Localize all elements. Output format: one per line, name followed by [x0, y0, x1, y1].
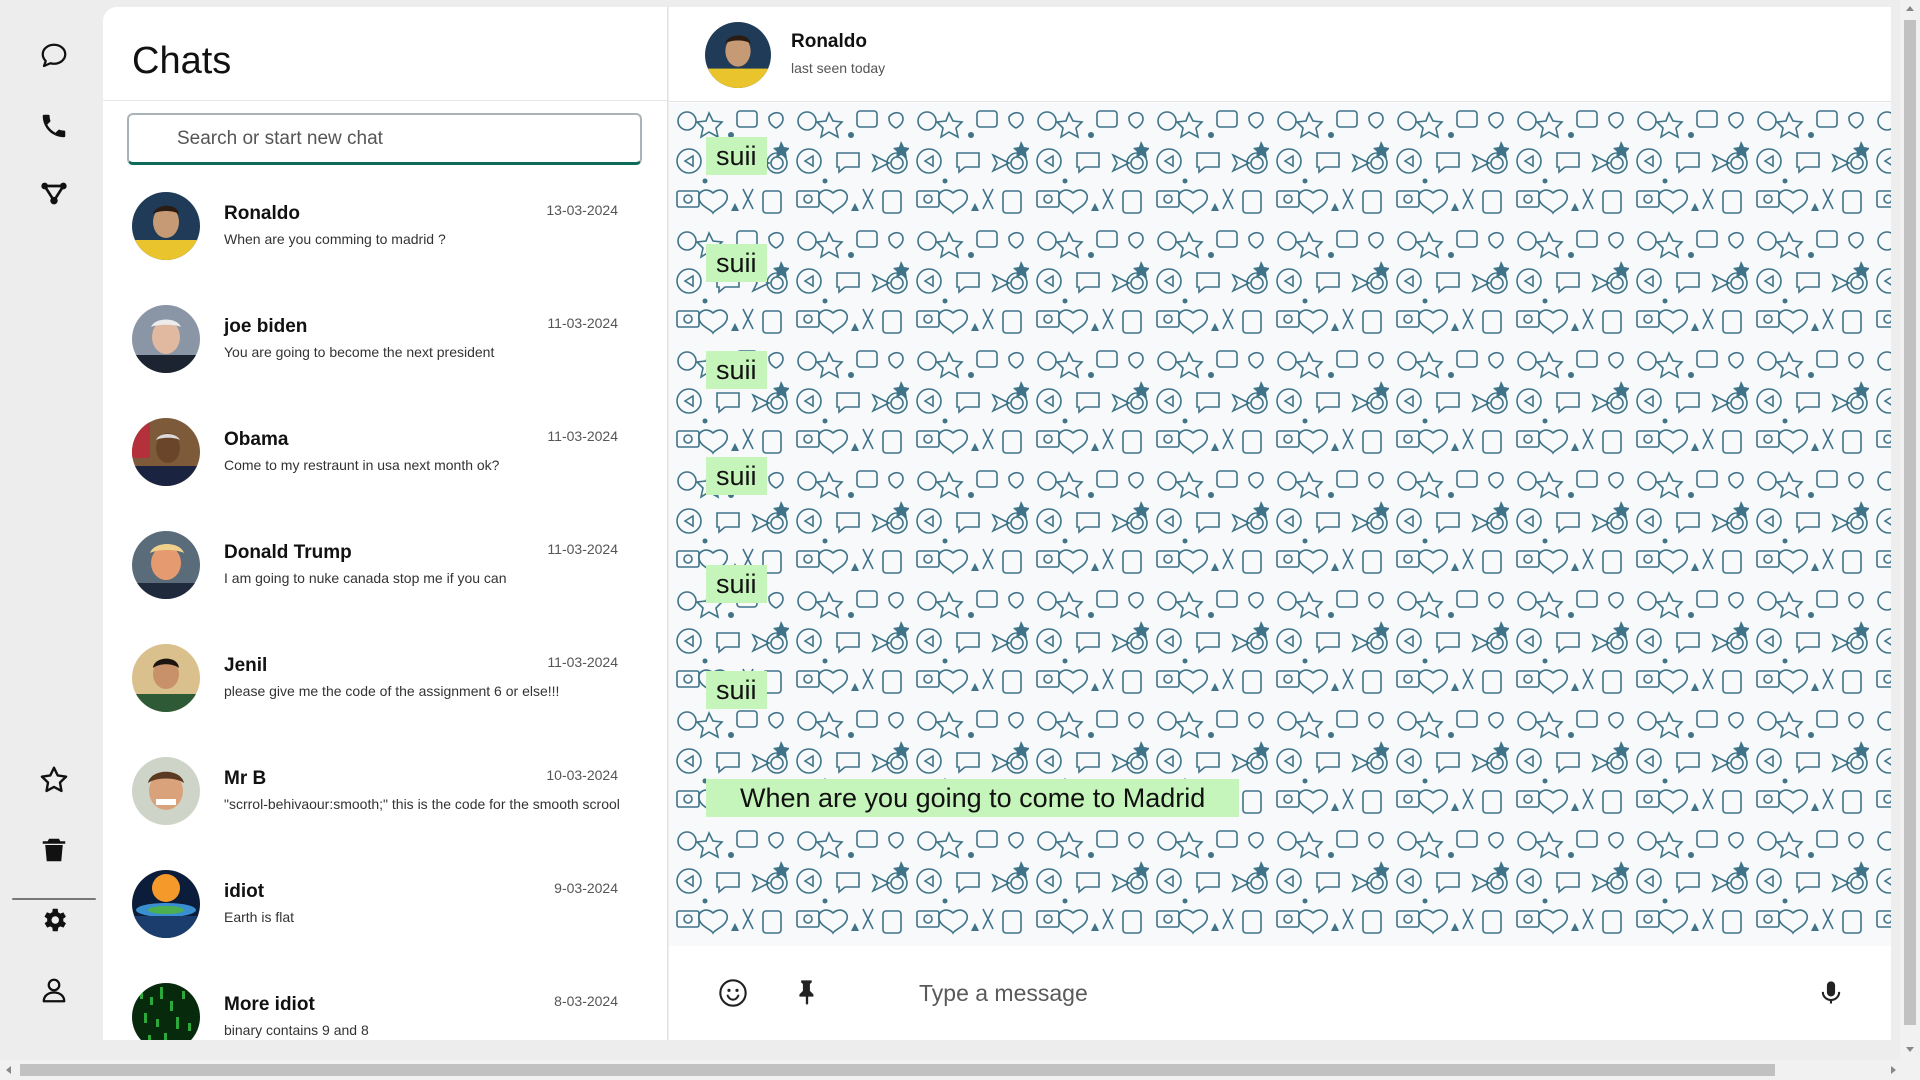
chat-name: Ronaldo	[224, 203, 300, 224]
chat-last-message: please give me the code of the assignmen…	[224, 683, 560, 699]
chat-list: Ronaldo When are you comming to madrid ?…	[103, 180, 667, 1040]
contact-status: last seen today	[791, 60, 886, 76]
chat-name: idiot	[224, 881, 265, 902]
wallpaper-doodles	[669, 103, 1891, 946]
chat-name: More idiot	[224, 994, 315, 1015]
chat-date: 11-03-2024	[547, 654, 618, 670]
message-bubble: When are you going to come to Madrid	[706, 779, 1240, 817]
emoji-icon[interactable]	[715, 975, 751, 1011]
avatar	[132, 870, 200, 938]
avatar	[132, 192, 200, 260]
scroll-down-icon[interactable]	[1906, 1047, 1914, 1052]
avatar	[132, 757, 200, 825]
chat-name: Obama	[224, 429, 289, 450]
rail-divider	[12, 898, 96, 900]
message-input[interactable]	[919, 974, 1619, 1012]
chat-last-message: When are you comming to madrid ?	[224, 231, 446, 247]
message-bubble: suii	[706, 565, 767, 603]
vertical-scrollbar[interactable]	[1900, 0, 1920, 1060]
chat-list-item[interactable]: Jenil please give me the code of the ass…	[103, 632, 667, 745]
conversation-pane: Ronaldo last seen today suii suii suii s…	[669, 7, 1891, 1040]
left-nav-rail	[0, 0, 103, 1060]
chat-list-panel: Chats Ronaldo When are you comming to ma…	[103, 7, 668, 1040]
chat-list-item[interactable]: Donald Trump I am going to nuke canada s…	[103, 519, 667, 632]
gear-icon[interactable]	[36, 902, 72, 938]
trash-icon[interactable]	[36, 832, 72, 868]
message-bubble: suii	[706, 137, 767, 175]
chat-icon[interactable]	[36, 38, 72, 74]
chat-list-header: Chats	[103, 7, 667, 101]
phone-icon[interactable]	[36, 108, 72, 144]
contact-name: Ronaldo	[791, 31, 867, 52]
chat-date: 11-03-2024	[547, 315, 618, 331]
chat-date: 13-03-2024	[546, 202, 618, 218]
chat-list-item[interactable]: Obama Come to my restraunt in usa next m…	[103, 406, 667, 519]
avatar	[132, 531, 200, 599]
avatar	[132, 983, 200, 1040]
share-icon[interactable]	[36, 176, 72, 212]
chat-name: Donald Trump	[224, 542, 352, 563]
chat-name: joe biden	[224, 316, 308, 337]
chat-last-message: I am going to nuke canada stop me if you…	[224, 570, 507, 586]
chat-list-item[interactable]: Ronaldo When are you comming to madrid ?…	[103, 180, 667, 293]
chat-last-message: binary contains 9 and 8	[224, 1022, 369, 1038]
scroll-up-icon[interactable]	[1906, 6, 1914, 11]
chat-last-message: You are going to become the next preside…	[224, 344, 495, 360]
chat-name: Jenil	[224, 655, 268, 676]
message-bubble: suii	[706, 671, 767, 709]
chat-date: 8-03-2024	[554, 993, 618, 1009]
avatar	[132, 418, 200, 486]
chat-list-item[interactable]: More idiot binary contains 9 and 8 8-03-…	[103, 971, 667, 1040]
chat-list-item[interactable]: idiot Earth is flat 9-03-2024	[103, 858, 667, 971]
avatar	[132, 305, 200, 373]
chat-last-message: Come to my restraunt in usa next month o…	[224, 457, 500, 473]
search-input[interactable]	[127, 113, 642, 165]
chat-name: Mr B	[224, 768, 267, 789]
chat-last-message: Earth is flat	[224, 909, 295, 925]
scroll-right-icon[interactable]	[1891, 1066, 1896, 1074]
message-area: suii suii suii suii suii suii When are y…	[669, 103, 1891, 946]
message-bubble: suii	[706, 351, 767, 389]
message-composer	[669, 946, 1891, 1040]
microphone-icon[interactable]	[1813, 975, 1849, 1011]
chat-date: 9-03-2024	[554, 880, 618, 896]
message-bubble: suii	[706, 457, 767, 495]
chat-list-item[interactable]: Mr B "scrrol-behivaour:smooth;" this is …	[103, 745, 667, 858]
chat-last-message: "scrrol-behivaour:smooth;" this is the c…	[224, 796, 620, 812]
chat-list-title: Chats	[132, 40, 232, 82]
vertical-scrollbar-thumb[interactable]	[1904, 20, 1916, 1025]
avatar	[132, 644, 200, 712]
user-icon[interactable]	[36, 972, 72, 1008]
pin-icon[interactable]	[789, 974, 825, 1010]
star-icon[interactable]	[36, 762, 72, 798]
message-bubble: suii	[706, 244, 767, 282]
conversation-header[interactable]: Ronaldo last seen today	[669, 7, 1891, 102]
chat-list-item[interactable]: joe biden You are going to become the ne…	[103, 293, 667, 406]
chat-date: 10-03-2024	[546, 767, 618, 783]
scroll-left-icon[interactable]	[6, 1066, 11, 1074]
contact-avatar[interactable]	[705, 22, 771, 88]
horizontal-scrollbar[interactable]	[0, 1060, 1920, 1080]
horizontal-scrollbar-thumb[interactable]	[20, 1064, 1775, 1076]
chat-date: 11-03-2024	[547, 541, 618, 557]
chat-date: 11-03-2024	[547, 428, 618, 444]
